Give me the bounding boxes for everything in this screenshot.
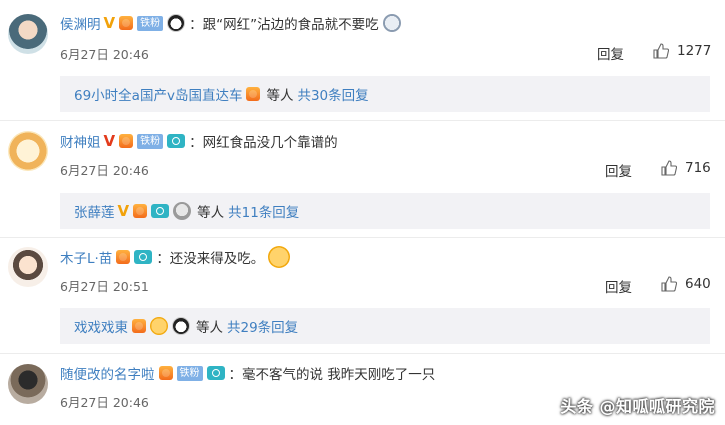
like-count: 640 — [685, 276, 711, 292]
reply-username[interactable]: 戏戏戏東 — [74, 316, 128, 336]
smile-emoji-icon — [268, 246, 291, 268]
level-badge-icon — [133, 204, 148, 218]
level-badge-icon — [158, 366, 173, 380]
timestamp: 6月27日 20:51 — [60, 279, 149, 294]
comment-header: 财神姐 V 铁粉 ：网红食品没几个靠谱的 — [60, 131, 338, 151]
reply-others-label: 等人 — [266, 88, 294, 104]
reply-summary[interactable]: 戏戏戏東 等人 共29条回复 — [60, 308, 710, 344]
username[interactable]: 财神姐 — [60, 131, 101, 151]
comment-text: ：跟“网红”沾边的食品就不要吃 — [189, 17, 379, 33]
fan-badge: 铁粉 — [137, 15, 164, 31]
level-badge-icon — [132, 319, 146, 333]
username[interactable]: 侯渊明 — [60, 13, 101, 33]
reply-username[interactable]: 69小时全a国产v岛国直达车 — [74, 84, 242, 104]
level-badge-icon — [119, 134, 134, 148]
medal-icon — [173, 202, 192, 220]
like-count: 716 — [685, 160, 711, 176]
divider — [0, 120, 725, 121]
watermark: 头条 @知呱呱研究院 — [560, 397, 715, 416]
reply-count-link[interactable]: 共29条回复 — [227, 316, 298, 336]
timestamp: 6月27日 20:46 — [60, 395, 149, 410]
level-badge-icon — [119, 16, 134, 30]
reply-username[interactable]: 张薛莲 — [74, 201, 115, 221]
level-badge-icon — [246, 87, 261, 101]
verified-icon: V — [117, 202, 130, 220]
verified-icon: V — [103, 14, 116, 32]
panda-emoji-icon — [172, 317, 190, 335]
thumbs-up-icon — [653, 43, 670, 59]
verified-icon: V — [103, 132, 116, 150]
reply-count-link[interactable]: 共30条回复 — [297, 84, 368, 104]
thumbs-up-icon — [661, 160, 678, 176]
camera-badge-icon — [206, 366, 225, 380]
avatar[interactable] — [8, 131, 48, 171]
divider — [0, 353, 725, 354]
reply-summary[interactable]: 69小时全a国产v岛国直达车 等人 共30条回复 — [60, 76, 710, 112]
divider — [0, 237, 725, 238]
comment-header: 木子L·苗 ：还没来得及吃。 — [60, 246, 291, 268]
comment-header: 侯渊明 V 铁粉 ：跟“网红”沾边的食品就不要吃 — [60, 13, 401, 33]
reply-button[interactable]: 回复 — [605, 160, 632, 180]
panda-emoji-icon — [167, 14, 186, 32]
thumbs-up-icon — [661, 276, 678, 292]
username[interactable]: 木子L·苗 — [60, 247, 112, 267]
camera-badge-icon — [134, 250, 153, 264]
fan-badge: 铁粉 — [137, 133, 164, 149]
like-count: 1277 — [677, 43, 712, 59]
avatar[interactable] — [8, 14, 48, 54]
timestamp: 6月27日 20:46 — [60, 47, 149, 62]
comment-text: ：毫不客气的说 我昨天刚吃了一只 — [228, 367, 436, 383]
camera-badge-icon — [167, 134, 186, 148]
avatar[interactable] — [8, 364, 48, 404]
reply-button[interactable]: 回复 — [597, 43, 624, 63]
dizzy-emoji-icon — [382, 14, 401, 32]
reply-others-label: 等人 — [196, 320, 223, 336]
comment-text: ：还没来得及吃。 — [156, 251, 265, 267]
like-button[interactable]: 716 — [661, 160, 711, 176]
username[interactable]: 随便改的名字啦 — [60, 363, 155, 383]
smile-emoji-icon — [150, 317, 168, 335]
camera-badge-icon — [151, 204, 170, 218]
avatar[interactable] — [8, 247, 48, 287]
like-button[interactable]: 1277 — [653, 43, 711, 59]
level-badge-icon — [116, 250, 131, 264]
timestamp: 6月27日 20:46 — [60, 163, 149, 178]
comment-text: ：网红食品没几个靠谱的 — [189, 135, 338, 151]
reply-summary[interactable]: 张薛莲 V 等人 共11条回复 — [60, 193, 710, 229]
reply-others-label: 等人 — [197, 205, 225, 221]
reply-count-link[interactable]: 共11条回复 — [228, 201, 299, 221]
reply-button[interactable]: 回复 — [605, 276, 632, 296]
comment-header: 随便改的名字啦 铁粉 ：毫不客气的说 我昨天刚吃了一只 — [60, 363, 435, 383]
fan-badge: 铁粉 — [176, 365, 203, 381]
like-button[interactable]: 640 — [661, 276, 711, 292]
